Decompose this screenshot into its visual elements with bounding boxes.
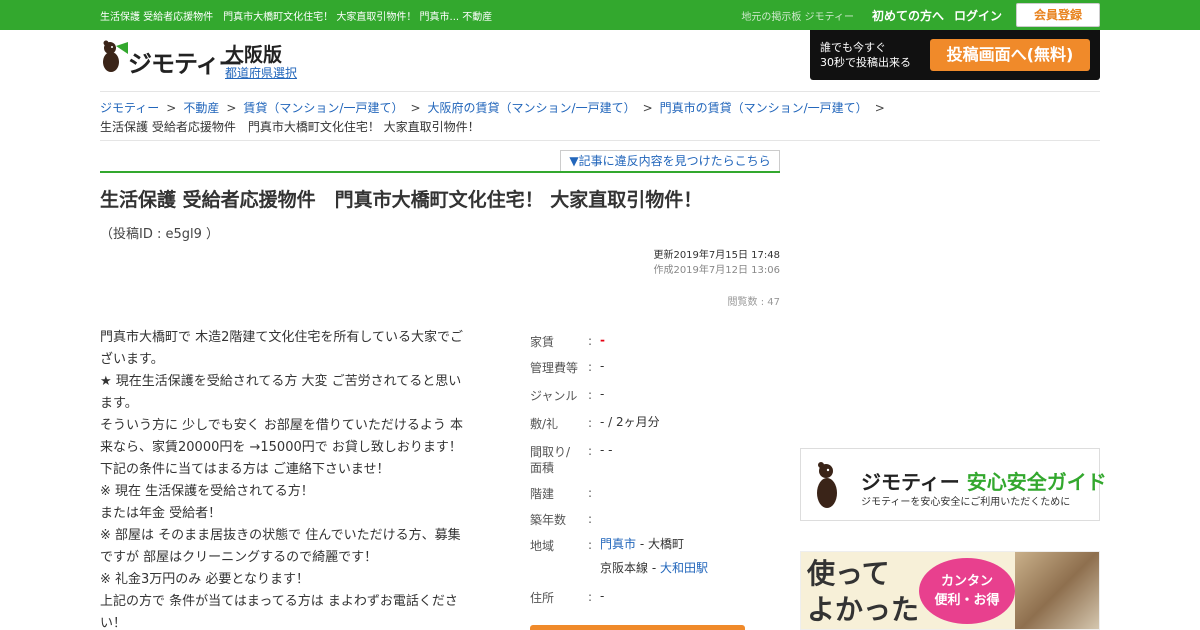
- spec-label: 地域: [530, 539, 555, 553]
- register-button[interactable]: 会員登録: [1016, 3, 1100, 27]
- spec-value-area: 門真市 - 大橋町: [600, 532, 684, 556]
- spec-value: - / 2ヶ月分: [600, 415, 660, 429]
- spec-colon: :: [588, 444, 593, 458]
- post-dates: 更新2019年7月15日 17:48 作成2019年7月12日 13:06: [653, 248, 780, 278]
- breadcrumb-separator: >: [410, 101, 421, 115]
- spec-label: 管理費等: [530, 361, 579, 375]
- breadcrumb-separator: >: [874, 101, 885, 115]
- breadcrumb-item-osaka-rental[interactable]: 大阪府の賃貸（マンション/一戸建て）: [428, 101, 636, 115]
- breadcrumb-current: 生活保護 受給者応援物件 門真市大橋町文化住宅！ 大家直取引物件！: [100, 120, 480, 134]
- spec-value: -: [600, 333, 605, 347]
- body-line: ※ 礼金3万円のみ 必要となります！: [100, 572, 310, 587]
- body-line: ★ 現在生活保護を受給されてる方 大変 ご苦労されてると思い: [100, 374, 462, 389]
- spec-value: -: [600, 589, 605, 603]
- top-page-title: 生活保護 受給者応援物件 門真市大橋町文化住宅！ 大家直取引物件！ 門真市...…: [100, 12, 493, 23]
- area-town: - 大橋町: [636, 537, 684, 551]
- body-line: ざいます。: [100, 352, 164, 367]
- spec-label: 敷/礼: [530, 417, 559, 431]
- region-name: 大阪版: [225, 44, 283, 66]
- tagline: 地元の掲示板 ジモティー: [741, 11, 854, 23]
- body-line: ます。: [100, 396, 138, 411]
- body-line: 上記の方で 条件が当てはまってる方は まよわずお電話くださ: [100, 594, 458, 609]
- spec-value: -: [600, 359, 605, 373]
- body-line: 門真市大橋町で 木造2階建て文化住宅を所有している大家でご: [100, 330, 464, 345]
- spec-value: - -: [600, 443, 613, 457]
- login-link[interactable]: ログイン: [954, 7, 1002, 24]
- spec-colon: :: [588, 416, 593, 430]
- body-line: そういう方に 少しでも安く お部屋を借りていただけるよう 本: [100, 418, 464, 433]
- promo-bubble: カンタン 便利・お得: [919, 558, 1015, 624]
- safety-guide-title: ジモティー 安心安全ガイド: [861, 466, 1107, 495]
- promo-text: 使って よかった: [807, 556, 919, 628]
- safety-guide-banner[interactable]: ジモティー 安心安全ガイド ジモティーを安心安全にご利用いただくために: [800, 448, 1107, 521]
- spec-label: 階建: [530, 487, 555, 501]
- spec-colon: :: [588, 538, 593, 552]
- breadcrumb-item-realestate[interactable]: 不動産: [183, 101, 219, 115]
- breadcrumb-item-kadoma-rental[interactable]: 門真市の賃貸（マンション/一戸建て）: [660, 101, 868, 115]
- body-line: い！: [100, 616, 127, 630]
- promo-bubble-line2: 便利・お得: [934, 593, 1000, 608]
- station-link[interactable]: 大和田駅: [660, 561, 708, 575]
- promo-bubble-line1: カンタン: [940, 574, 993, 589]
- promo-line2: よかった: [807, 593, 920, 626]
- report-violation-link[interactable]: ▼記事に違反内容を見つけたらこちら: [560, 150, 780, 172]
- body-line: ですが 部屋はクリーニングするので綺麗です！: [100, 550, 378, 565]
- top-bar: 生活保護 受給者応援物件 門真市大橋町文化住宅！ 大家直取引物件！ 門真市...…: [0, 0, 1200, 30]
- body-line: 下記の条件に当てはまる方は ご連絡下さいませ！: [100, 462, 390, 477]
- breadcrumb-item-home[interactable]: ジモティー: [100, 101, 159, 115]
- post-title: 生活保護 受給者応援物件 門真市大橋町文化住宅！ 大家直取引物件！: [100, 189, 703, 211]
- spec-label: 住所: [530, 591, 555, 605]
- safety-guide-subtitle: ジモティーを安心安全にご利用いただくために: [861, 497, 1071, 508]
- post-id: （投稿ID : e5gl9 ）: [100, 227, 220, 242]
- spec-label: 築年数: [530, 513, 567, 527]
- breadcrumb-separator: >: [166, 101, 177, 115]
- spec-colon: :: [588, 590, 593, 604]
- body-line: ※ 部屋は そのまま居抜きの状態で 住んでいただける方、募集: [100, 528, 461, 543]
- post-banner-text: 誰でも今すぐ 30秒で投稿出来る: [820, 40, 911, 70]
- site-logo[interactable]: ジモティー 大阪版 都道府県選択: [100, 38, 310, 82]
- contact-button[interactable]: [530, 625, 745, 630]
- guide-brand: ジモティー: [861, 470, 960, 494]
- spec-label: 間取り/面積: [530, 445, 571, 475]
- spec-colon: :: [588, 512, 593, 526]
- post-body: 門真市大橋町で 木造2階建て文化住宅を所有している大家でご ざいます。 ★ 現在…: [100, 327, 466, 630]
- spec-value: -: [600, 387, 605, 401]
- post-banner-line2: 30秒で投稿出来る: [820, 56, 911, 69]
- promo-photo: [1015, 552, 1099, 629]
- divider: [100, 91, 1100, 92]
- spec-colon: :: [588, 334, 593, 348]
- spec-value-station: 京阪本線 - 大和田駅: [600, 556, 708, 580]
- spec-colon: :: [588, 486, 593, 500]
- first-time-link[interactable]: 初めての方へ: [872, 7, 944, 24]
- spec-label: ジャンル: [530, 389, 578, 403]
- post-button[interactable]: 投稿画面へ(無料): [930, 39, 1090, 71]
- body-line: 来なら、家賃20000円を →15000円で お貸し致しおります！: [100, 440, 462, 455]
- spec-colon: :: [588, 360, 593, 374]
- top-nav: 地元の掲示板 ジモティー 初めての方へ ログイン 会員登録: [741, 3, 1100, 27]
- created-date: 作成2019年7月12日 13:06: [653, 265, 780, 276]
- updated-date: 更新2019年7月15日 17:48: [653, 250, 780, 261]
- divider: [100, 140, 1100, 141]
- view-count: 閲覧数 : 47: [727, 297, 780, 308]
- title-rule: [100, 171, 780, 173]
- body-line: ※ 現在 生活保護を受給されてる方！: [100, 484, 314, 499]
- train-line: 京阪本線 -: [600, 561, 660, 575]
- spec-colon: :: [588, 388, 593, 402]
- post-banner[interactable]: 誰でも今すぐ 30秒で投稿出来る 投稿画面へ(無料): [810, 30, 1100, 80]
- bear-mascot-icon: [817, 462, 837, 508]
- breadcrumb-separator: >: [226, 101, 237, 115]
- spec-label: 家賃: [530, 335, 555, 349]
- breadcrumb-separator: >: [642, 101, 653, 115]
- post-banner-line1: 誰でも今すぐ: [820, 41, 886, 54]
- breadcrumb-item-rental[interactable]: 賃貸（マンション/一戸建て）: [243, 101, 403, 115]
- bear-mascot-icon: [103, 40, 128, 72]
- promo-banner[interactable]: 使って よかった カンタン 便利・お得: [800, 551, 1100, 630]
- guide-title-text: 安心安全ガイド: [966, 470, 1107, 494]
- body-line: または年金 受給者！: [100, 506, 222, 521]
- breadcrumb: ジモティー > 不動産 > 賃貸（マンション/一戸建て） > 大阪府の賃貸（マンション/一戸…: [100, 99, 1100, 137]
- promo-line1: 使って: [807, 557, 890, 590]
- area-city-link[interactable]: 門真市: [600, 537, 636, 551]
- prefecture-select-link[interactable]: 都道府県選択: [225, 64, 297, 81]
